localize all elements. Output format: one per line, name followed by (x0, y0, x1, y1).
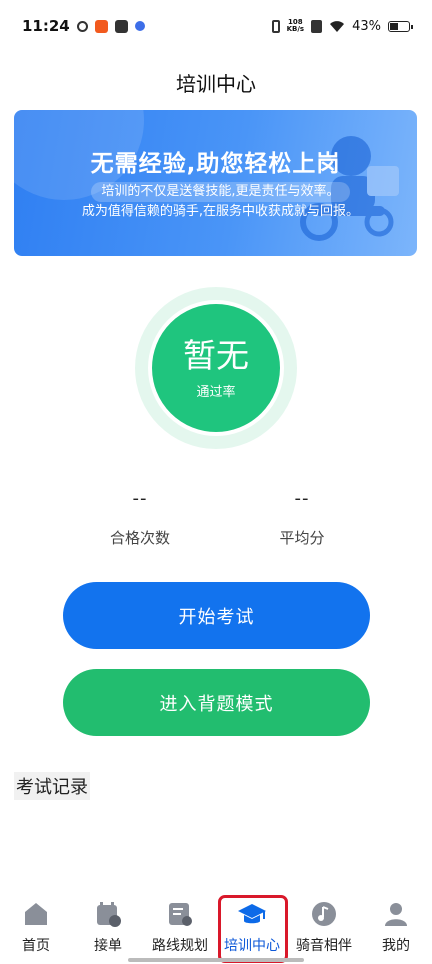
app-notification-icon (76, 20, 88, 32)
page-title: 培训中心 (176, 72, 256, 96)
pass-rate-value: 暂无 (183, 335, 249, 375)
start-exam-button[interactable]: 开始考试 (63, 582, 370, 649)
pass-count-label: 合格次数 (109, 529, 170, 547)
no-sim-icon (311, 19, 323, 33)
network-speed: 108 KB/s (287, 19, 304, 33)
nav-item-profile[interactable]: 我的 (363, 899, 429, 955)
nav-label-route-plan: 路线规划 (152, 938, 208, 954)
user-icon (385, 903, 407, 926)
average-score-value: -- (294, 488, 310, 509)
pass-rate-label: 通过率 (196, 384, 236, 400)
order-calendar-icon (97, 902, 121, 927)
nav-item-training[interactable]: 培训中心 (219, 899, 285, 955)
battery-percent: 43% (352, 18, 381, 34)
nav-item-orders[interactable]: 接单 (75, 899, 141, 955)
nav-item-home[interactable]: 首页 (3, 899, 69, 955)
status-bar-left: 11:24 (22, 17, 145, 35)
pass-count-stat: -- 合格次数 (70, 488, 210, 548)
status-bar-right: 108 KB/s 43% (271, 18, 413, 34)
route-plan-icon (169, 903, 192, 926)
nav-label-profile: 我的 (382, 938, 410, 954)
average-score-stat: -- 平均分 (232, 488, 372, 548)
banner-subtitle-line1: 培训的不仅是送餐技能,更是责任与效率。 (91, 182, 350, 202)
nav-label-home: 首页 (22, 938, 50, 954)
banner-subtitle-line2: 成为值得信赖的骑手,在服务中收获成就与回报。 (81, 204, 360, 219)
home-icon (25, 903, 47, 925)
nav-label-music: 骑音相伴 (296, 938, 352, 954)
pass-count-value: -- (132, 488, 148, 509)
nav-label-orders: 接单 (94, 938, 122, 954)
graduation-cap-icon (238, 904, 266, 924)
pass-rate-circle: 暂无 通过率 (148, 300, 284, 436)
vibrate-icon (271, 19, 280, 33)
average-score-label: 平均分 (279, 529, 325, 547)
pass-rate-ring: 暂无 通过率 (135, 287, 297, 449)
paw-notification-icon (134, 21, 145, 31)
banner-subtitle: 培训的不仅是送餐技能,更是责任与效率。 成为值得信赖的骑手,在服务中收获成就与回… (48, 182, 393, 222)
study-mode-button[interactable]: 进入背题模式 (63, 669, 370, 736)
bottom-nav: 首页 接单 路线规划 培训中心 骑音相伴 我的 (0, 890, 432, 964)
nav-label-training: 培训中心 (224, 938, 280, 954)
home-indicator[interactable] (128, 958, 304, 962)
battery-icon (388, 20, 413, 32)
mail-notification-icon (114, 19, 128, 33)
status-bar: 11:24 108 KB/s 43% (0, 0, 432, 52)
nav-item-route-plan[interactable]: 路线规划 (147, 899, 213, 955)
taobao-notification-icon (94, 19, 108, 33)
status-time: 11:24 (22, 17, 70, 35)
nav-item-music[interactable]: 骑音相伴 (291, 899, 357, 955)
training-banner[interactable]: 无需经验,助您轻松上岗 培训的不仅是送餐技能,更是责任与效率。 成为值得信赖的骑… (14, 110, 417, 256)
wifi-icon (330, 20, 345, 32)
music-note-icon (312, 902, 336, 926)
banner-title: 无需经验,助您轻松上岗 (90, 151, 341, 177)
network-speed-unit: KB/s (286, 25, 305, 33)
exam-records-title: 考试记录 (14, 772, 90, 800)
